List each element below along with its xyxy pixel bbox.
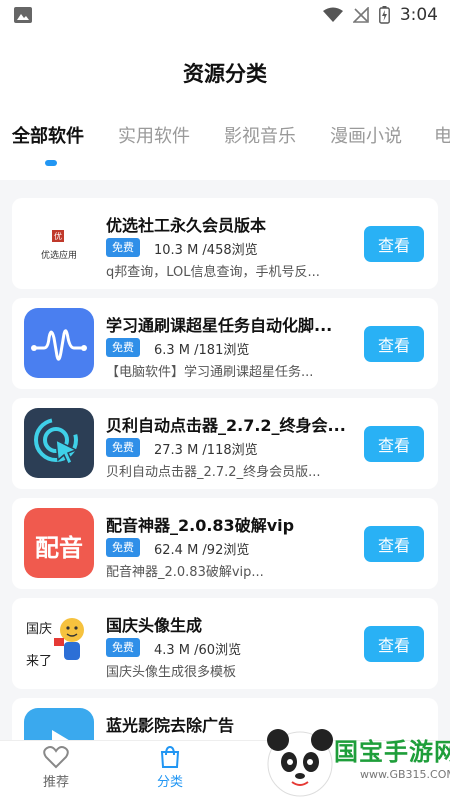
app-size-views: 62.4 M /92浏览 xyxy=(154,543,250,558)
view-button[interactable]: 查看 xyxy=(364,626,424,662)
free-badge: 免费 xyxy=(106,538,140,557)
watermark-text: 国宝手游网 xyxy=(334,738,450,766)
app-size-views: 6.3 M /181浏览 xyxy=(154,343,250,358)
free-badge: 免费 xyxy=(106,438,140,457)
app-size-views: 27.3 M /118浏览 xyxy=(154,443,258,458)
no-signal-icon xyxy=(352,7,369,23)
dubbing-icon-text: 配音 xyxy=(35,534,83,562)
view-button[interactable]: 查看 xyxy=(364,526,424,562)
shopping-bag-icon xyxy=(160,745,180,768)
category-tabs: 全部软件 实用软件 影视音乐 漫画小说 电 xyxy=(0,122,450,172)
list-item[interactable]: 国庆 来了 国庆头像生成 免费 4.3 M /60浏览 国庆头像生成很多模板 查… xyxy=(12,598,438,689)
app-name: 配音神器_2.0.83破解vip xyxy=(106,516,295,535)
app-size-views: 4.3 M /60浏览 xyxy=(154,643,242,658)
list-item[interactable]: 贝利自动点击器_2.7.2_终身会... 免费 27.3 M /118浏览 贝利… xyxy=(12,398,438,489)
list-item[interactable]: 优 优选应用 优选社工永久会员版本 免费 10.3 M /458浏览 q邦查询，… xyxy=(12,198,438,289)
waveform-app-icon xyxy=(24,308,94,378)
app-description: 配音神器_2.0.83破解vip... xyxy=(106,565,264,580)
list-item[interactable]: 学习通刷课超星任务自动化脚... 免费 6.3 M /181浏览 【电脑软件】学… xyxy=(12,298,438,389)
auto-click-app-icon xyxy=(24,408,94,478)
nav-recommend[interactable]: 推荐 xyxy=(26,745,86,790)
view-button[interactable]: 查看 xyxy=(364,226,424,262)
page-title: 资源分类 xyxy=(183,62,267,86)
svg-text:优: 优 xyxy=(54,231,62,241)
free-badge: 免费 xyxy=(106,338,140,357)
status-time: 3:04 xyxy=(399,5,438,25)
status-bar: 3:04 xyxy=(0,0,450,30)
tab-video-music[interactable]: 影视音乐 xyxy=(224,122,296,148)
tab-all-software[interactable]: 全部软件 xyxy=(12,122,84,148)
nav-category[interactable]: 分类 xyxy=(140,745,200,790)
list-item[interactable]: 配音 配音神器_2.0.83破解vip 免费 62.4 M /92浏览 配音神器… xyxy=(12,498,438,589)
panda-logo-icon xyxy=(267,729,333,797)
active-tab-indicator xyxy=(45,160,57,166)
nav-category-label: 分类 xyxy=(156,775,183,790)
app-name: 贝利自动点击器_2.7.2_终身会... xyxy=(106,416,346,435)
free-badge: 免费 xyxy=(106,638,140,657)
watermark: 国宝手游网 www.GB315.COM xyxy=(262,724,450,800)
bluray-cinema-icon xyxy=(24,708,94,740)
app-description: q邦查询，LOL信息查询，手机号反... xyxy=(106,265,320,280)
resource-list[interactable]: 优 优选应用 优选社工永久会员版本 免费 10.3 M /458浏览 q邦查询，… xyxy=(0,180,450,740)
watermark-url: www.GB315.COM xyxy=(360,768,450,781)
youxuan-logo-icon: 优 优选应用 xyxy=(24,208,94,278)
app-description: 贝利自动点击器_2.7.2_终身会员版... xyxy=(106,465,321,480)
national-day-avatar-icon: 国庆 来了 xyxy=(24,608,94,678)
tab-comics-novels[interactable]: 漫画小说 xyxy=(330,122,402,148)
dubbing-app-icon: 配音 xyxy=(24,508,94,578)
tab-partial[interactable]: 电 xyxy=(434,122,450,148)
battery-charging-icon xyxy=(378,6,390,24)
app-description: 【电脑软件】学习通刷课超星任务... xyxy=(106,365,314,380)
view-button[interactable]: 查看 xyxy=(364,426,424,462)
gallery-notification-icon xyxy=(14,7,32,23)
app-description: 国庆头像生成很多模板 xyxy=(106,665,237,680)
app-name: 优选社工永久会员版本 xyxy=(106,216,267,235)
tab-utility-software[interactable]: 实用软件 xyxy=(118,122,190,148)
heart-icon xyxy=(43,746,69,769)
free-badge: 免费 xyxy=(106,238,140,257)
nav-recommend-label: 推荐 xyxy=(42,775,69,790)
app-name: 学习通刷课超星任务自动化脚... xyxy=(106,316,333,335)
youxuan-logo-caption: 优选应用 xyxy=(40,251,77,261)
view-button[interactable]: 查看 xyxy=(364,326,424,362)
app-name: 国庆头像生成 xyxy=(106,616,203,635)
wifi-icon xyxy=(322,7,343,22)
app-size-views: 10.3 M /458浏览 xyxy=(154,243,258,258)
